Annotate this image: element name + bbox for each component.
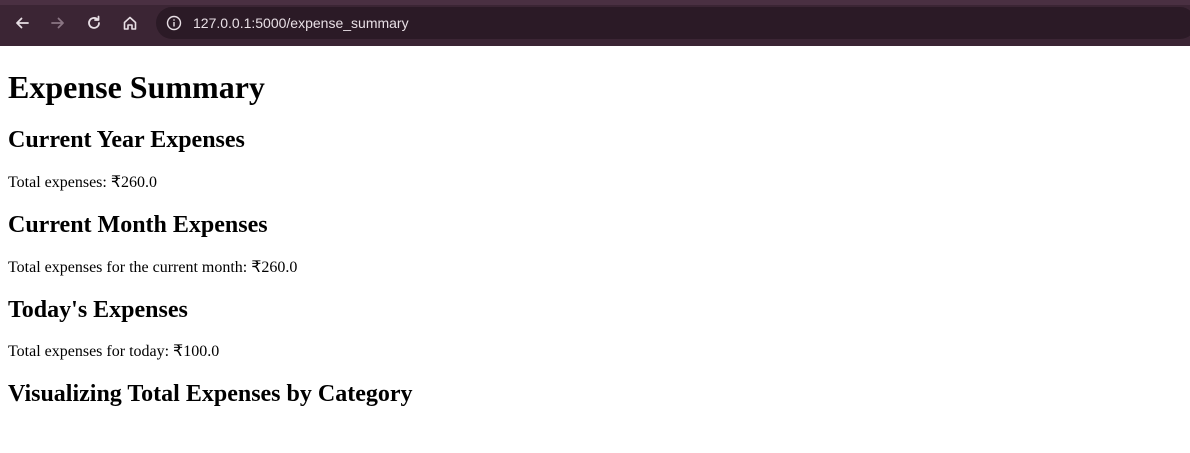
back-button[interactable] (8, 9, 36, 37)
arrow-right-icon (51, 17, 64, 29)
url-text[interactable]: 127.0.0.1:5000/expense_summary (193, 15, 409, 31)
reload-button[interactable] (80, 9, 108, 37)
current-month-total: Total expenses for the current month: ₹2… (8, 259, 298, 276)
section-heading-current-year: Current Year Expenses (8, 127, 245, 153)
reload-icon (88, 15, 100, 29)
current-year-total: Total expenses: ₹260.0 (8, 174, 158, 191)
section-heading-current-month: Current Month Expenses (8, 212, 268, 238)
info-icon[interactable] (166, 15, 182, 31)
page-title: Expense Summary (8, 69, 265, 105)
address-bar[interactable]: 127.0.0.1:5000/expense_summary (156, 7, 1190, 39)
tab-strip (0, 0, 1190, 5)
home-icon (123, 16, 137, 30)
section-heading-visualizing: Visualizing Total Expenses by Category (8, 381, 413, 407)
home-button[interactable] (116, 9, 144, 37)
today-total: Total expenses for today: ₹100.0 (8, 343, 220, 360)
arrow-left-icon (16, 17, 29, 29)
section-heading-today: Today's Expenses (8, 297, 188, 323)
forward-button[interactable] (44, 9, 72, 37)
browser-toolbar: 127.0.0.1:5000/expense_summary (0, 0, 1190, 46)
